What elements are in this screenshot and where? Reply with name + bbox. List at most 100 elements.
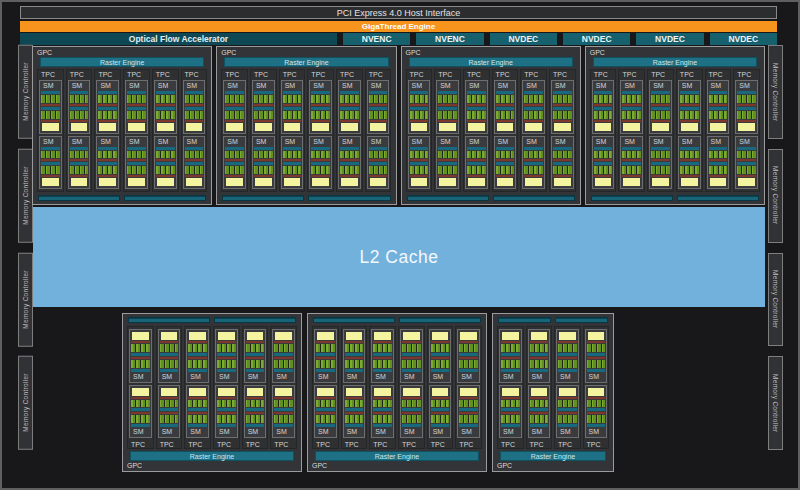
sm-core-grid xyxy=(156,166,175,174)
sm-core-grid xyxy=(530,344,549,352)
sm-l1-bar xyxy=(225,162,244,165)
polymorph-bar-row xyxy=(407,195,575,201)
sm-rt-core xyxy=(71,123,88,131)
sm-core-grid xyxy=(274,344,293,352)
sm-l1-bar xyxy=(709,107,728,110)
nvdec-block: NVDEC xyxy=(636,33,703,45)
sm-label: SM xyxy=(131,373,150,381)
sm-core-grid xyxy=(467,95,486,103)
tpc-column: TPCSMSM xyxy=(369,326,396,449)
sm-l1-bar xyxy=(156,107,175,110)
gigathread-engine-bar: GigaThread Engine xyxy=(20,21,777,32)
sm-tensor-bar xyxy=(587,412,606,414)
sm-tensor-bar xyxy=(98,104,117,106)
sm-label: SM xyxy=(553,138,572,146)
sm-core-grid xyxy=(254,111,273,119)
sm-core-grid xyxy=(131,415,150,423)
sm-tensor-bar xyxy=(501,357,520,359)
sm-core-grid xyxy=(501,344,520,352)
sm-tensor-bar xyxy=(254,104,273,106)
sm-core-grid xyxy=(156,95,175,103)
sm-rt-core xyxy=(710,123,727,131)
sm-core-grid xyxy=(496,95,515,103)
sm-l1-bar xyxy=(467,162,486,165)
sm-tensor-bar xyxy=(373,412,392,414)
sm-core-grid xyxy=(558,415,577,423)
sm-core-grid xyxy=(558,360,577,368)
sm-tensor-bar xyxy=(283,120,302,122)
tpc-label: TPC xyxy=(309,70,332,78)
sm-core-grid xyxy=(373,400,392,408)
sm-core-grid xyxy=(225,111,244,119)
sm-label: SM xyxy=(41,138,60,146)
sm-l1-bar xyxy=(530,408,549,411)
tpc-row: TPCSMSMTPCSMSMTPCSMSMTPCSMSM xyxy=(497,326,609,449)
sm-l1-bar xyxy=(70,107,89,110)
sm-core-grid xyxy=(622,151,641,159)
raster-engine-bar: Raster Engine xyxy=(593,57,757,67)
sm-tensor-bar xyxy=(680,159,699,161)
sm-tensor-bar xyxy=(316,357,335,359)
sm-l1-bar xyxy=(501,353,520,356)
memory-controller: Memory Controller xyxy=(18,149,33,243)
sm-label: SM xyxy=(225,82,244,90)
sm-l1-bar xyxy=(410,162,429,165)
tpc-column: TPCSMSM xyxy=(583,326,610,449)
sm-label: SM xyxy=(225,138,244,146)
sm-l1-bar xyxy=(131,424,150,427)
sm-core-grid xyxy=(274,400,293,408)
sm-block: SM xyxy=(68,136,91,190)
sm-block: SM xyxy=(186,385,209,439)
gpc-row-bottom: GPCRaster EngineTPCSMSMTPCSMSMTPCSMSMTPC… xyxy=(122,313,614,472)
sm-l1-bar xyxy=(709,91,728,94)
sm-rt-core xyxy=(132,332,149,340)
sm-tensor-bar xyxy=(340,175,359,177)
sm-rt-core xyxy=(652,178,669,186)
sm-core-grid xyxy=(345,400,364,408)
sm-l1-bar xyxy=(594,147,613,150)
sm-l1-bar xyxy=(316,369,335,372)
sm-rt-core xyxy=(559,332,576,340)
sm-rt-core xyxy=(374,388,391,396)
sm-l1-bar xyxy=(98,147,117,150)
sm-rt-core xyxy=(128,123,145,131)
sm-tensor-bar xyxy=(127,104,146,106)
sm-l1-bar xyxy=(340,107,359,110)
sm-core-grid xyxy=(622,111,641,119)
sm-l1-bar xyxy=(622,162,641,165)
sm-block: SM xyxy=(223,80,246,134)
sm-l1-bar xyxy=(558,353,577,356)
sm-l1-bar xyxy=(345,424,364,427)
sm-tensor-bar xyxy=(524,159,543,161)
sm-l1-bar xyxy=(316,353,335,356)
sm-l1-bar xyxy=(524,107,543,110)
sm-rt-core xyxy=(738,178,755,186)
tpc-column: TPCSMSM xyxy=(250,69,277,192)
sm-rt-core xyxy=(411,178,428,186)
sm-block: SM xyxy=(39,80,62,134)
sm-rt-core xyxy=(284,178,301,186)
sm-core-grid xyxy=(373,344,392,352)
polymorph-bar xyxy=(498,317,551,323)
sm-label: SM xyxy=(680,138,699,146)
sm-l1-bar xyxy=(311,162,330,165)
polymorph-bar xyxy=(399,317,481,323)
sm-tensor-bar xyxy=(185,175,204,177)
tpc-column: TPCSMSM xyxy=(221,69,248,192)
sm-tensor-bar xyxy=(131,357,150,359)
tpc-column: TPCSMSM xyxy=(455,326,482,449)
sm-l1-bar xyxy=(283,107,302,110)
sm-l1-bar xyxy=(254,107,273,110)
polymorph-bar xyxy=(313,317,395,323)
tpc-label: TPC xyxy=(585,440,608,448)
sm-l1-bar xyxy=(402,424,421,427)
sm-core-grid xyxy=(558,400,577,408)
tpc-label: TPC xyxy=(96,70,119,78)
tpc-column: TPCSMSM xyxy=(365,69,392,192)
sm-block: SM xyxy=(158,385,181,439)
sm-core-grid xyxy=(459,415,478,423)
sm-l1-bar xyxy=(274,408,293,411)
sm-core-grid xyxy=(70,111,89,119)
sm-core-grid xyxy=(274,360,293,368)
sm-rt-core xyxy=(554,178,571,186)
